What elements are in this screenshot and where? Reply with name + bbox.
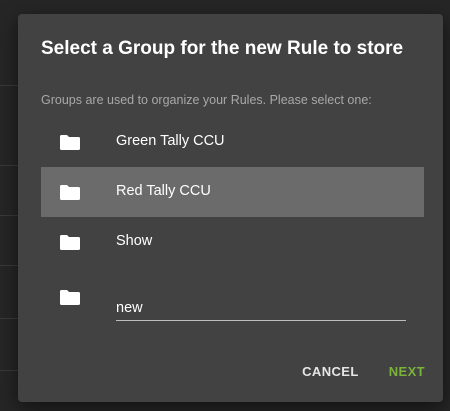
background-divider (0, 85, 18, 86)
group-item-red-tally-ccu[interactable]: Red Tally CCU (41, 167, 424, 217)
next-button[interactable]: NEXT (389, 364, 425, 379)
background-divider (0, 165, 18, 166)
folder-icon (60, 135, 80, 150)
background-divider (0, 215, 18, 216)
new-group-name-input[interactable] (116, 296, 406, 321)
group-item-label: Show (116, 233, 153, 249)
dialog-subtitle: Groups are used to organize your Rules. … (41, 93, 372, 107)
dialog-actions: CANCEL NEXT (302, 364, 425, 379)
folder-icon (60, 185, 80, 200)
new-group-row (41, 280, 424, 326)
group-item-label: Red Tally CCU (116, 183, 211, 199)
background-list-edge (0, 0, 18, 411)
group-list: Green Tally CCU Red Tally CCU Show (41, 117, 424, 267)
cancel-button[interactable]: CANCEL (302, 364, 359, 379)
group-item-show[interactable]: Show (41, 217, 424, 267)
folder-icon (60, 290, 80, 305)
select-group-dialog: Select a Group for the new Rule to store… (18, 14, 443, 402)
dialog-title: Select a Group for the new Rule to store (41, 38, 404, 59)
background-divider (0, 318, 18, 319)
background-divider (0, 370, 18, 371)
group-item-green-tally-ccu[interactable]: Green Tally CCU (41, 117, 424, 167)
background-divider (0, 265, 18, 266)
folder-icon (60, 235, 80, 250)
group-item-label: Green Tally CCU (116, 133, 225, 149)
